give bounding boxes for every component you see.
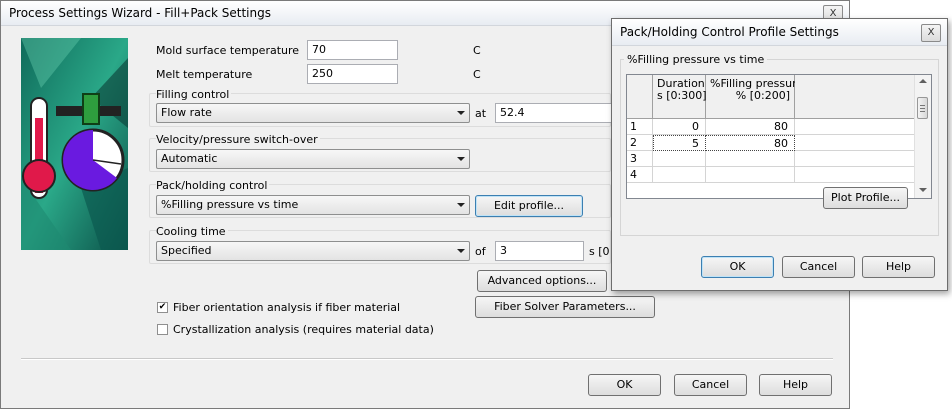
- mold-temp-input[interactable]: 70: [307, 40, 398, 60]
- fiber-orientation-label: Fiber orientation analysis if fiber mate…: [173, 301, 401, 314]
- pressure-cell[interactable]: [706, 167, 795, 183]
- profile-window-title: Pack/Holding Control Profile Settings: [620, 25, 839, 39]
- row-index: 4: [627, 167, 653, 183]
- pressure-cell[interactable]: 80: [706, 119, 795, 135]
- scroll-up-icon[interactable]: [919, 79, 927, 83]
- duration-header-line2: s [0:300]: [657, 89, 707, 102]
- chevron-down-icon: [457, 249, 465, 253]
- pack-holding-select[interactable]: %Filling pressure vs time: [156, 195, 470, 215]
- switchover-value: Automatic: [161, 152, 218, 165]
- profile-ok-button[interactable]: OK: [701, 256, 774, 278]
- scroll-thumb[interactable]: [917, 97, 928, 119]
- advanced-options-button[interactable]: Advanced options...: [477, 270, 607, 292]
- grip-line: [920, 108, 925, 109]
- row-filler: [795, 151, 915, 167]
- duration-cell[interactable]: 5: [653, 135, 706, 151]
- melt-temp-input[interactable]: 250: [307, 64, 398, 84]
- main-ok-button[interactable]: OK: [588, 374, 661, 396]
- mold-temp-label: Mold surface temperature: [156, 44, 300, 57]
- table-vertical-scrollbar[interactable]: [914, 75, 931, 198]
- row-filler: [795, 119, 915, 135]
- melt-temp-label: Melt temperature: [156, 68, 253, 81]
- pressure-header-line2: % [0:200]: [735, 89, 790, 102]
- pressure-cell[interactable]: 80: [706, 135, 795, 151]
- cooling-label: Cooling time: [156, 225, 228, 238]
- duration-cell[interactable]: 0: [653, 119, 706, 135]
- scroll-down-icon[interactable]: [919, 188, 927, 192]
- main-cancel-button[interactable]: Cancel: [674, 374, 747, 396]
- chevron-down-icon: [457, 157, 465, 161]
- profile-help-button[interactable]: Help: [862, 256, 935, 278]
- filling-control-label: Filling control: [156, 88, 232, 101]
- mold-temp-unit: C: [473, 44, 481, 57]
- table-corner: [627, 75, 653, 119]
- cooling-of-label: of: [475, 245, 486, 258]
- chevron-down-icon: [457, 203, 465, 207]
- cooling-unit: s [0: [589, 245, 610, 258]
- cooling-time-input[interactable]: 3: [495, 241, 584, 261]
- fiber-orientation-checkbox[interactable]: ✔: [157, 302, 168, 313]
- grip-line: [920, 111, 925, 112]
- profile-titlebar[interactable]: Pack/Holding Control Profile Settings X: [612, 19, 947, 46]
- main-help-button[interactable]: Help: [759, 374, 832, 396]
- plot-profile-button[interactable]: Plot Profile...: [823, 187, 908, 209]
- filling-control-select[interactable]: Flow rate: [156, 103, 470, 123]
- profile-table[interactable]: Duration s [0:300] %Filling pressure % […: [626, 74, 932, 199]
- cooling-select[interactable]: Specified: [156, 241, 470, 261]
- profile-close-button[interactable]: X: [921, 24, 941, 42]
- row-index: 1: [627, 119, 653, 135]
- fiber-solver-parameters-button[interactable]: Fiber Solver Parameters...: [475, 296, 655, 318]
- pack-holding-label: Pack/holding control: [156, 179, 270, 192]
- main-window-title: Process Settings Wizard - Fill+Pack Sett…: [9, 6, 271, 20]
- switchover-label: Velocity/pressure switch-over: [156, 133, 320, 146]
- row-index: 2: [627, 135, 653, 151]
- filling-at-label: at: [475, 107, 487, 120]
- edit-profile-button[interactable]: Edit profile...: [475, 195, 583, 217]
- cooling-value: Specified: [161, 244, 212, 257]
- profile-settings-window: Pack/Holding Control Profile Settings X …: [611, 18, 948, 291]
- fill-pack-illustration: [21, 38, 128, 250]
- header-filler: [795, 75, 915, 119]
- profile-group-label: %Filling pressure vs time: [624, 53, 768, 66]
- melt-temp-unit: C: [473, 68, 481, 81]
- pressure-header: %Filling pressure % [0:200]: [706, 75, 803, 119]
- duration-cell[interactable]: [653, 151, 706, 167]
- row-index: 3: [627, 151, 653, 167]
- chevron-down-icon: [457, 111, 465, 115]
- pressure-cell[interactable]: [706, 151, 795, 167]
- filling-control-value: Flow rate: [161, 106, 212, 119]
- switchover-select[interactable]: Automatic: [156, 149, 470, 169]
- bottom-separator: [21, 358, 833, 360]
- duration-header: Duration s [0:300]: [653, 75, 707, 119]
- pack-holding-value: %Filling pressure vs time: [161, 198, 299, 211]
- flow-rate-input[interactable]: 52.4: [495, 103, 611, 123]
- row-filler: [795, 167, 915, 183]
- grip-line: [920, 105, 925, 106]
- row-filler: [795, 135, 915, 151]
- crystallization-checkbox[interactable]: [157, 324, 168, 335]
- crystallization-label: Crystallization analysis (requires mater…: [173, 323, 434, 336]
- duration-cell[interactable]: [653, 167, 706, 183]
- profile-cancel-button[interactable]: Cancel: [782, 256, 855, 278]
